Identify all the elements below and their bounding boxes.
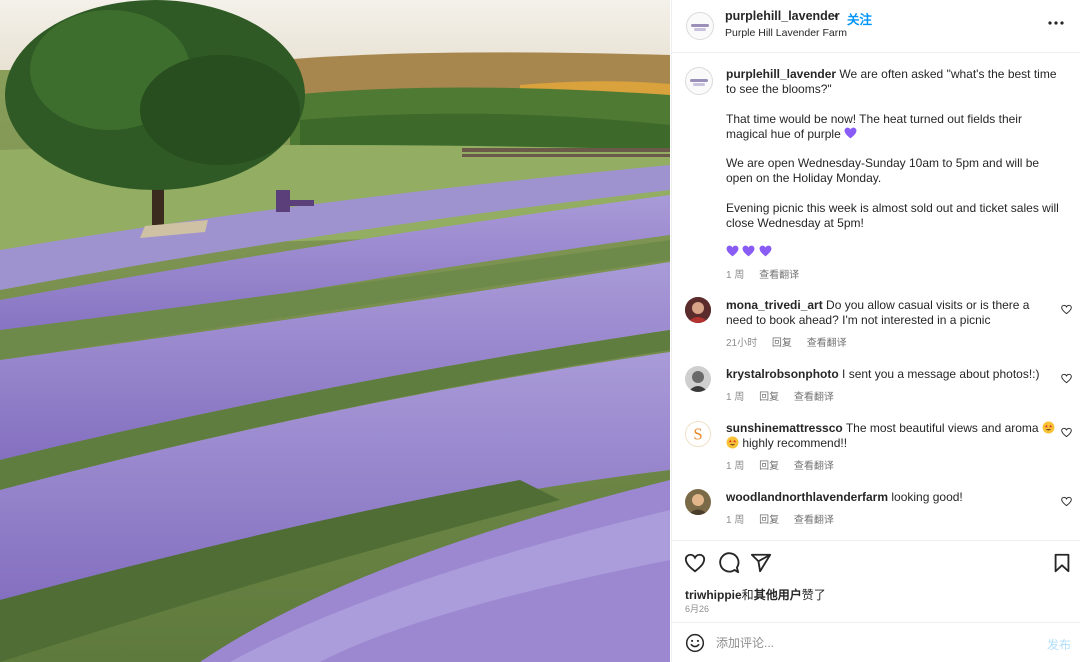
like-icon[interactable]	[684, 552, 706, 574]
liker-username[interactable]: triwhippie	[685, 588, 742, 602]
comment-meta: 1 周 回复 查看翻译	[726, 457, 846, 472]
header-username[interactable]: purplehill_lavender	[725, 9, 840, 23]
comment-meta: 1 周 回复 查看翻译	[726, 388, 846, 403]
separator-dot: •	[834, 9, 839, 23]
reply-button[interactable]: 回复	[759, 392, 779, 403]
avatar-image: S	[693, 425, 702, 444]
translate-button[interactable]: 查看翻译	[794, 461, 834, 472]
avatar-image	[685, 297, 711, 323]
save-icon[interactable]	[1051, 552, 1073, 574]
comment-meta: 21小时 回复 查看翻译	[726, 334, 859, 349]
caption-text: purplehill_lavender We are often asked "…	[726, 67, 1059, 97]
lavender-field-image	[0, 0, 670, 662]
comments-list[interactable]: purplehill_lavender We are often asked "…	[672, 54, 1080, 540]
post-date[interactable]: 6月26	[685, 602, 709, 615]
comment-input[interactable]	[716, 633, 1016, 653]
post-side-panel: purplehill_lavender • 关注 Purple Hill Lav…	[671, 0, 1080, 662]
comment-text: krystalrobsonphoto I sent you a message …	[726, 367, 1059, 382]
caption-translate-button[interactable]: 查看翻译	[759, 270, 799, 281]
likes-summary: triwhippie和其他用户赞了	[685, 586, 826, 603]
comment-avatar[interactable]	[685, 366, 711, 392]
comment-body: looking good!	[891, 490, 963, 504]
comment-time: 21小时	[726, 338, 758, 349]
comment-meta: 1 周 回复 查看翻译	[726, 511, 846, 526]
caption-paragraph-4: Evening picnic this week is almost sold …	[726, 201, 1059, 230]
comment-text: sunshinemattressco The most beautiful vi…	[726, 421, 1059, 451]
comment-time: 1 周	[726, 392, 745, 403]
comment-icon[interactable]	[718, 552, 740, 574]
comment-time: 1 周	[726, 461, 745, 472]
comment-body: The most beautiful views and aroma	[845, 421, 1039, 435]
instagram-post-view: purplehill_lavender • 关注 Purple Hill Lav…	[0, 0, 1080, 662]
caption-paragraph-2-block: That time would be now! The heat turned …	[726, 112, 1059, 142]
post-header: purplehill_lavender • 关注 Purple Hill Lav…	[672, 0, 1080, 53]
caption-hearts	[726, 245, 1059, 260]
comment-username[interactable]: mona_trivedi_art	[726, 298, 823, 312]
comment-username[interactable]: krystalrobsonphoto	[726, 367, 839, 381]
star-struck-emoji-icon	[1042, 421, 1055, 434]
comment-body: I sent you a message about photos!:)	[842, 367, 1040, 381]
reply-button[interactable]: 回复	[759, 515, 779, 526]
purple-heart-icon	[742, 245, 755, 257]
comment-body-cont: highly recommend!!	[742, 436, 848, 450]
add-comment-bar: 发布	[672, 622, 1080, 662]
comment-time: 1 周	[726, 515, 745, 526]
follow-button[interactable]: 关注	[847, 9, 872, 28]
avatar-image	[685, 366, 711, 392]
reply-button[interactable]: 回复	[772, 338, 792, 349]
header-location[interactable]: Purple Hill Lavender Farm	[725, 27, 847, 39]
star-struck-emoji-icon	[726, 436, 739, 449]
caption-meta: 1 周 查看翻译	[726, 266, 811, 281]
post-photo[interactable]	[0, 0, 670, 662]
heart-outline-icon[interactable]	[1061, 496, 1072, 507]
more-icon[interactable]	[1047, 16, 1065, 30]
comment-avatar[interactable]: S	[685, 421, 711, 447]
share-icon[interactable]	[750, 552, 772, 574]
purple-heart-icon	[726, 245, 739, 257]
comment-text: woodlandnorthlavenderfarm looking good!	[726, 490, 1059, 505]
svg-text:S: S	[693, 425, 702, 444]
caption-paragraph-3: We are open Wednesday-Sunday 10am to 5pm…	[726, 156, 1040, 185]
comment-username[interactable]: woodlandnorthlavenderfarm	[726, 490, 888, 504]
comment-avatar[interactable]	[685, 489, 711, 515]
caption-username[interactable]: purplehill_lavender	[726, 67, 836, 81]
comment-username[interactable]: sunshinemattressco	[726, 421, 843, 435]
comment-text: mona_trivedi_art Do you allow casual vis…	[726, 298, 1059, 328]
caption-time: 1 周	[726, 270, 745, 281]
account-avatar[interactable]	[686, 12, 714, 40]
comment-avatar[interactable]	[685, 297, 711, 323]
avatar-image	[685, 489, 711, 515]
caption-avatar[interactable]	[685, 67, 713, 95]
purple-heart-icon	[844, 127, 857, 139]
translate-button[interactable]: 查看翻译	[794, 392, 834, 403]
post-comment-button[interactable]: 发布	[1047, 636, 1071, 653]
post-actions: triwhippie和其他用户赞了 6月26	[672, 540, 1080, 622]
heart-outline-icon[interactable]	[1061, 427, 1072, 438]
likes-connector: 和	[741, 588, 754, 602]
heart-outline-icon[interactable]	[1061, 304, 1072, 315]
emoji-icon[interactable]	[685, 633, 705, 653]
reply-button[interactable]: 回复	[759, 461, 779, 472]
translate-button[interactable]: 查看翻译	[807, 338, 847, 349]
likes-suffix: 赞了	[801, 588, 826, 602]
heart-outline-icon[interactable]	[1061, 373, 1072, 384]
other-likers-link[interactable]: 其他用户	[754, 588, 802, 602]
caption-paragraph-2: That time would be now! The heat turned …	[726, 112, 1022, 141]
purple-heart-icon	[759, 245, 772, 257]
translate-button[interactable]: 查看翻译	[794, 515, 834, 526]
